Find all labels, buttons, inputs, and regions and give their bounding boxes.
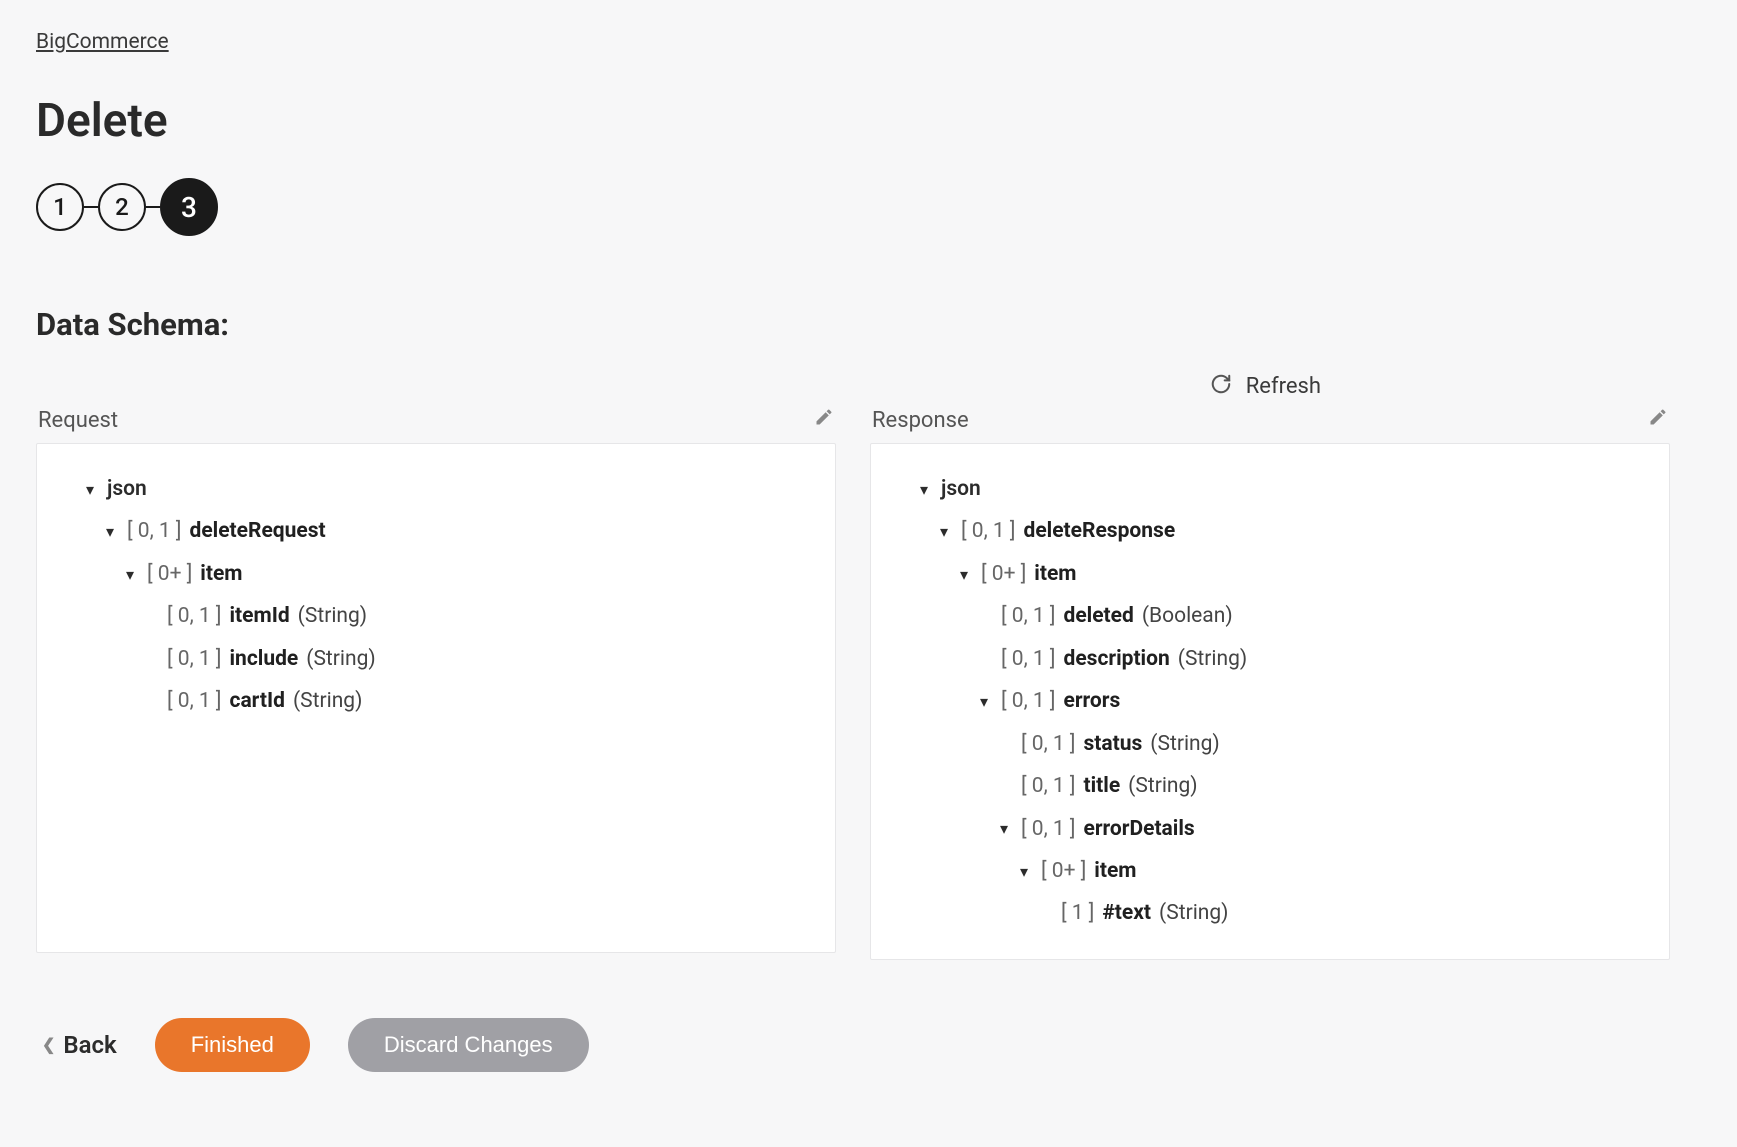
- node-name: title: [1084, 771, 1121, 801]
- chevron-down-icon[interactable]: ▾: [1015, 860, 1033, 883]
- tree-leaf-cartId[interactable]: ▾ [ 0, 1 ] cartId (String): [81, 680, 815, 722]
- finished-button[interactable]: Finished: [155, 1018, 310, 1072]
- tree-node-item[interactable]: ▾ [ 0+ ] item: [81, 553, 815, 595]
- node-type: (String): [1159, 898, 1228, 928]
- chevron-down-icon[interactable]: ▾: [955, 563, 973, 586]
- tree-node-deleteRequest[interactable]: ▾ [ 0, 1 ] deleteRequest: [81, 510, 815, 552]
- step-2[interactable]: 2: [98, 183, 146, 231]
- node-name: deleted: [1064, 601, 1134, 631]
- node-name: cartId: [230, 686, 285, 716]
- node-name: description: [1064, 644, 1170, 674]
- node-name: deleteResponse: [1024, 516, 1176, 546]
- cardinality: [ 0, 1 ]: [961, 516, 1016, 546]
- request-label: Request: [38, 408, 118, 433]
- cardinality: [ 0+ ]: [1041, 856, 1086, 886]
- tree-leaf-deleted[interactable]: ▾ [ 0, 1 ] deleted (Boolean): [915, 595, 1649, 637]
- edit-request-icon[interactable]: [814, 407, 834, 433]
- cardinality: [ 0, 1 ]: [167, 601, 222, 631]
- refresh-button[interactable]: Refresh: [1246, 374, 1321, 399]
- chevron-down-icon[interactable]: ▾: [101, 520, 119, 543]
- cardinality: [ 0, 1 ]: [1021, 729, 1076, 759]
- tree-node-json[interactable]: ▾ json: [915, 468, 1649, 510]
- tree-leaf-title[interactable]: ▾ [ 0, 1 ] title (String): [915, 765, 1649, 807]
- tree-leaf-include[interactable]: ▾ [ 0, 1 ] include (String): [81, 638, 815, 680]
- node-name: errorDetails: [1084, 814, 1195, 844]
- breadcrumb-bigcommerce[interactable]: BigCommerce: [36, 30, 169, 54]
- cardinality: [ 1 ]: [1061, 898, 1094, 928]
- chevron-left-icon: ❮: [42, 1035, 55, 1054]
- tree-leaf-itemId[interactable]: ▾ [ 0, 1 ] itemId (String): [81, 595, 815, 637]
- response-panel: ▾ json ▾ [ 0, 1 ] deleteResponse ▾ [ 0+ …: [870, 443, 1670, 960]
- node-type: (String): [1150, 729, 1219, 759]
- cardinality: [ 0, 1 ]: [1001, 601, 1056, 631]
- cardinality: [ 0, 1 ]: [1001, 686, 1056, 716]
- cardinality: [ 0, 1 ]: [1001, 644, 1056, 674]
- node-name: item: [1034, 559, 1076, 589]
- tree-node-errorDetails[interactable]: ▾ [ 0, 1 ] errorDetails: [915, 808, 1649, 850]
- chevron-down-icon[interactable]: ▾: [995, 817, 1013, 840]
- tree-node-json[interactable]: ▾ json: [81, 468, 815, 510]
- chevron-down-icon[interactable]: ▾: [935, 520, 953, 543]
- step-connector: [84, 206, 98, 208]
- tree-leaf-text[interactable]: ▾ [ 1 ] #text (String): [915, 892, 1649, 934]
- request-panel: ▾ json ▾ [ 0, 1 ] deleteRequest ▾ [ 0+ ]…: [36, 443, 836, 953]
- step-3[interactable]: 3: [160, 178, 218, 236]
- node-type: (String): [293, 686, 362, 716]
- node-type: (String): [1128, 771, 1197, 801]
- back-button[interactable]: ❮ Back: [42, 1031, 117, 1059]
- node-name: #text: [1102, 898, 1151, 928]
- node-name: status: [1084, 729, 1143, 759]
- response-column: Response ▾ json ▾ [ 0, 1 ] deleteRespons…: [870, 403, 1670, 960]
- chevron-down-icon[interactable]: ▾: [81, 478, 99, 501]
- step-1[interactable]: 1: [36, 183, 84, 231]
- node-name: deleteRequest: [190, 516, 326, 546]
- node-name: item: [200, 559, 242, 589]
- page-title: Delete: [36, 94, 1701, 148]
- refresh-icon[interactable]: [1210, 373, 1232, 399]
- footer-actions: ❮ Back Finished Discard Changes: [36, 1018, 1701, 1072]
- chevron-down-icon[interactable]: ▾: [121, 563, 139, 586]
- cardinality: [ 0, 1 ]: [167, 644, 222, 674]
- node-type: (String): [306, 644, 375, 674]
- node-name: errors: [1064, 686, 1121, 716]
- node-label: json: [107, 474, 147, 504]
- tree-node-item[interactable]: ▾ [ 0+ ] item: [915, 850, 1649, 892]
- chevron-down-icon[interactable]: ▾: [915, 478, 933, 501]
- tree-node-errors[interactable]: ▾ [ 0, 1 ] errors: [915, 680, 1649, 722]
- cardinality: [ 0, 1 ]: [167, 686, 222, 716]
- edit-response-icon[interactable]: [1648, 407, 1668, 433]
- step-indicator: 1 2 3: [36, 178, 1701, 236]
- breadcrumb: BigCommerce: [36, 30, 1701, 54]
- node-type: (String): [298, 601, 367, 631]
- node-name: itemId: [230, 601, 290, 631]
- response-label: Response: [872, 408, 969, 433]
- cardinality: [ 0, 1 ]: [1021, 771, 1076, 801]
- request-column: Request ▾ json ▾ [ 0, 1 ] deleteRequest …: [36, 403, 836, 960]
- step-connector: [146, 206, 160, 208]
- node-type: (String): [1178, 644, 1247, 674]
- node-name: include: [230, 644, 299, 674]
- back-label: Back: [63, 1031, 116, 1059]
- tree-node-deleteResponse[interactable]: ▾ [ 0, 1 ] deleteResponse: [915, 510, 1649, 552]
- cardinality: [ 0, 1 ]: [1021, 814, 1076, 844]
- chevron-down-icon[interactable]: ▾: [975, 690, 993, 713]
- node-name: item: [1094, 856, 1136, 886]
- tree-leaf-status[interactable]: ▾ [ 0, 1 ] status (String): [915, 723, 1649, 765]
- node-label: json: [941, 474, 981, 504]
- cardinality: [ 0, 1 ]: [127, 516, 182, 546]
- section-title: Data Schema:: [36, 306, 1701, 343]
- cardinality: [ 0+ ]: [981, 559, 1026, 589]
- tree-node-item[interactable]: ▾ [ 0+ ] item: [915, 553, 1649, 595]
- node-type: (Boolean): [1142, 601, 1233, 631]
- discard-changes-button[interactable]: Discard Changes: [348, 1018, 589, 1072]
- tree-leaf-description[interactable]: ▾ [ 0, 1 ] description (String): [915, 638, 1649, 680]
- cardinality: [ 0+ ]: [147, 559, 192, 589]
